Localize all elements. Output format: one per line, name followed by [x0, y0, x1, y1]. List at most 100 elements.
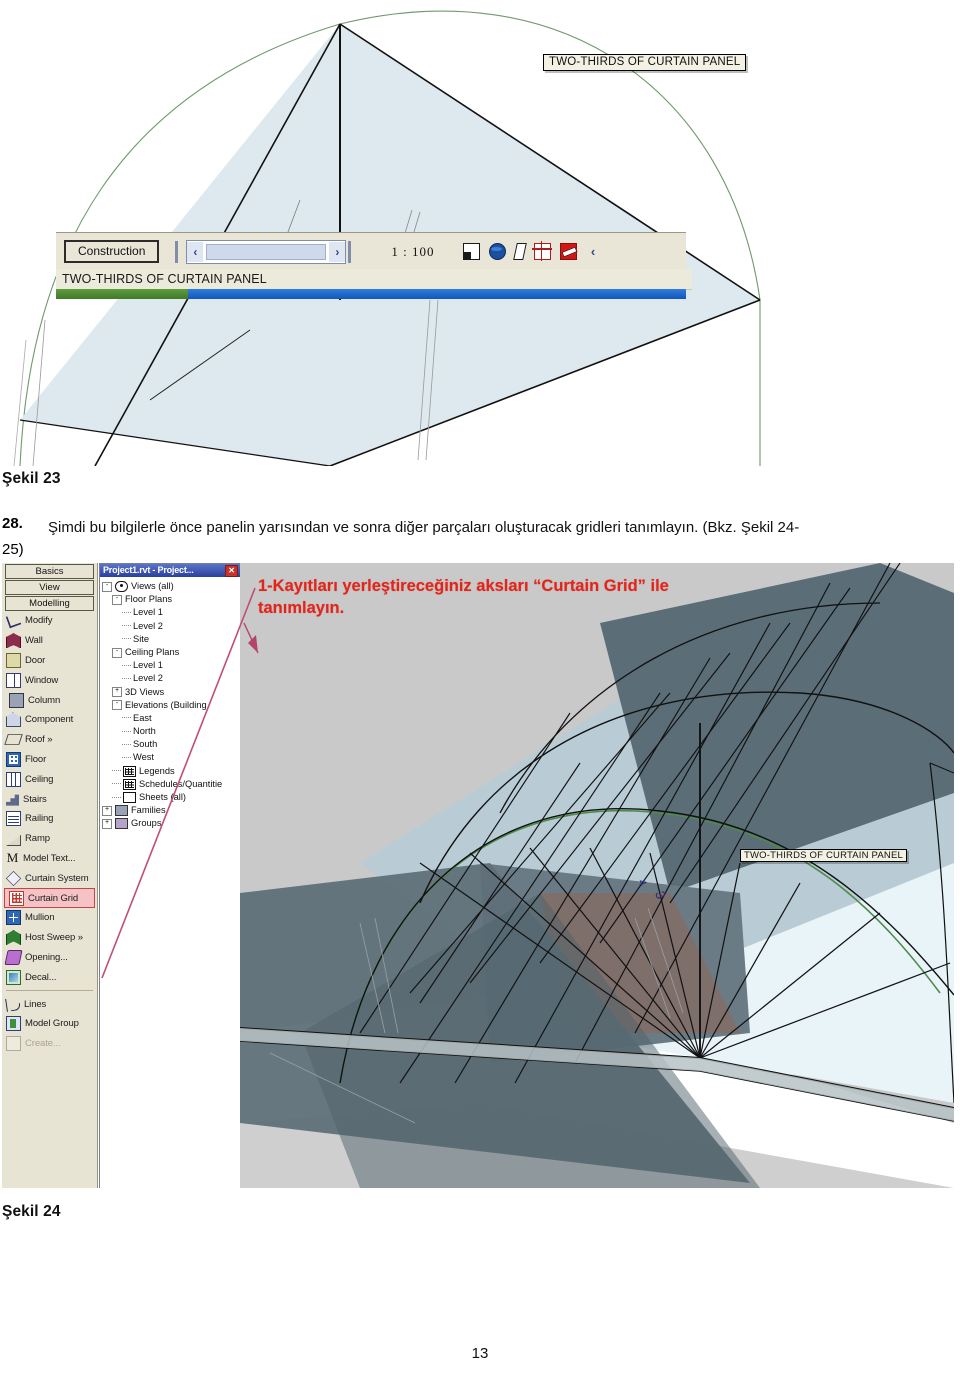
browser-tree-item[interactable]: West — [102, 751, 240, 764]
taskbar-start-segment[interactable] — [56, 289, 188, 299]
browser-tree-label: Floor Plans — [125, 594, 173, 605]
browser-tree-item[interactable]: - Views (all) — [102, 580, 240, 593]
lines-icon — [5, 996, 21, 1012]
tree-connector — [122, 677, 131, 680]
designbar-tool-floor[interactable]: Floor — [2, 750, 97, 770]
project-browser-titlebar[interactable]: Project1.rvt - Project... ✕ — [100, 564, 240, 577]
project-browser-panel: Project1.rvt - Project... ✕ - Views (all)… — [99, 563, 241, 1188]
designbar-tool-ramp[interactable]: Ramp — [2, 829, 97, 849]
browser-tree-item[interactable]: Schedules/Quantitie — [102, 778, 240, 791]
browser-tree-item[interactable]: Level 2 — [102, 672, 240, 685]
render-globe-icon[interactable] — [488, 243, 506, 260]
designbar-tool-lines[interactable]: Lines — [2, 994, 97, 1014]
step-text-continuation: 25) — [2, 541, 24, 558]
collapse-icon[interactable]: - — [112, 647, 122, 658]
tree-connector — [112, 796, 121, 799]
designbar-tool-host-sweep[interactable]: Host Sweep » — [2, 928, 97, 948]
designbar-tool-label: Mullion — [25, 912, 55, 924]
scroll-right-arrow-icon[interactable]: › — [329, 241, 346, 262]
browser-tree-label: Families — [131, 805, 166, 816]
expand-icon[interactable]: + — [102, 805, 112, 816]
designbar-tool-window[interactable]: Window — [2, 670, 97, 690]
browser-tree-label: Elevations (Building — [125, 699, 207, 710]
decal-icon — [6, 969, 21, 985]
browser-tree-item[interactable]: Sheets (all) — [102, 791, 240, 804]
designbar-tab-view[interactable]: View — [5, 580, 94, 595]
designbar-tab-modelling[interactable]: Modelling — [5, 596, 94, 611]
active-view-name: TWO-THIRDS OF CURTAIN PANEL — [56, 269, 692, 290]
designbar-tool-ceiling[interactable]: Ceiling — [2, 769, 97, 789]
view-scale-label[interactable]: 1 : 100 — [391, 244, 434, 260]
shadows-icon[interactable] — [462, 243, 480, 260]
browser-tree-item[interactable]: Site — [102, 633, 240, 646]
floor-icon — [6, 751, 21, 767]
toolbar-grip-2[interactable] — [348, 240, 352, 263]
browser-tree-item[interactable]: Level 1 — [102, 606, 240, 619]
browser-tree-item[interactable]: South — [102, 738, 240, 751]
designbar-tool-decal[interactable]: Decal... — [2, 967, 97, 987]
collapse-icon[interactable]: - — [112, 594, 122, 605]
eye-icon — [115, 581, 128, 593]
designbar-tab-basics[interactable]: Basics — [5, 564, 94, 579]
figure-24-screenshot: Basics View Modelling Modify Wall Door Wind… — [2, 563, 954, 1188]
designbar-divider — [6, 990, 93, 992]
designbar-tool-model-text[interactable]: M Model Text... — [2, 849, 97, 869]
collapse-icon[interactable]: - — [112, 700, 122, 711]
tree-connector — [122, 611, 131, 614]
browser-tree-item[interactable]: + Groups — [102, 817, 240, 830]
designbar-tool-label: Model Group — [25, 1018, 79, 1030]
designbar-tool-modify[interactable]: Modify — [2, 611, 97, 631]
designbar-tool-model-group[interactable]: Model Group — [2, 1014, 97, 1034]
browser-tree-label: Ceiling Plans — [125, 646, 180, 657]
browser-tree-item[interactable]: Legends — [102, 765, 240, 778]
project-browser-title-text: Project1.rvt - Project... — [103, 565, 194, 575]
toolbar-grip[interactable] — [175, 240, 179, 263]
designbar-tool-curtain-system[interactable]: Curtain System — [2, 868, 97, 888]
browser-tree-item[interactable]: - Elevations (Building — [102, 699, 240, 712]
designbar-tool-mullion[interactable]: Mullion — [2, 908, 97, 928]
expand-icon[interactable]: + — [102, 818, 112, 829]
designbar-tool-door[interactable]: Door — [2, 651, 97, 671]
designbar-tool-wall[interactable]: Wall — [2, 631, 97, 651]
expand-icon[interactable]: + — [112, 687, 122, 698]
browser-tree-item[interactable]: North — [102, 725, 240, 738]
browser-tree-item[interactable]: - Ceiling Plans — [102, 646, 240, 659]
shading-icon[interactable] — [512, 243, 527, 260]
designbar-tool-railing[interactable]: Railing — [2, 809, 97, 829]
close-icon[interactable]: ✕ — [225, 564, 238, 577]
designbar-tool-stairs[interactable]: Stairs — [2, 789, 97, 809]
browser-tree-item[interactable]: +3D Views — [102, 686, 240, 699]
designbar-tool-label: Window — [25, 674, 59, 686]
browser-tree-item[interactable]: - Floor Plans — [102, 593, 240, 606]
phase-construction-button[interactable]: Construction — [64, 240, 160, 263]
browser-tree-label: Schedules/Quantitie — [139, 778, 223, 789]
figure-23-screenshot: TWO-THIRDS OF CURTAIN PANEL Construction… — [0, 0, 960, 466]
column-icon — [9, 692, 24, 708]
designbar-tool-opening[interactable]: Opening... — [2, 948, 97, 968]
browser-tree-item[interactable]: + Families — [102, 804, 240, 817]
scroll-track[interactable] — [206, 243, 327, 260]
hide-crop-icon[interactable] — [559, 243, 577, 260]
step-28-paragraph: 28. Şimdi bu bilgilerle önce panelin yar… — [0, 515, 956, 558]
browser-tree-item[interactable]: East — [102, 712, 240, 725]
designbar-tool-label: Decal... — [25, 971, 57, 983]
collapse-icon[interactable]: - — [102, 581, 112, 592]
view-scroll-control[interactable]: ‹ › — [186, 239, 347, 264]
tree-connector — [122, 757, 131, 759]
designbar-tool-label: Curtain System — [25, 872, 89, 884]
scroll-left-arrow-icon[interactable]: ‹ — [187, 241, 204, 262]
designbar-tool-column[interactable]: Column — [2, 690, 97, 710]
browser-tree-item[interactable]: Level 1 — [102, 659, 240, 672]
revit-design-bar: Basics View Modelling Modify Wall Door Wind… — [2, 563, 98, 1188]
figure-23-caption: Şekil 23 — [2, 470, 61, 487]
browser-tree-label: Views (all) — [131, 581, 174, 591]
crop-region-icon[interactable] — [531, 241, 552, 261]
designbar-tool-component[interactable]: Component — [2, 710, 97, 730]
grid-icon — [123, 778, 136, 790]
designbar-tool-roof[interactable]: Roof » — [2, 730, 97, 750]
browser-tree-item[interactable]: Level 2 — [102, 620, 240, 633]
component-icon — [6, 712, 21, 728]
collapse-left-icon[interactable]: ‹ — [586, 244, 601, 259]
designbar-tool-curtain-grid[interactable]: Curtain Grid — [4, 888, 95, 908]
designbar-tool-list-bottom: Lines Model Group Create... — [2, 994, 97, 1053]
